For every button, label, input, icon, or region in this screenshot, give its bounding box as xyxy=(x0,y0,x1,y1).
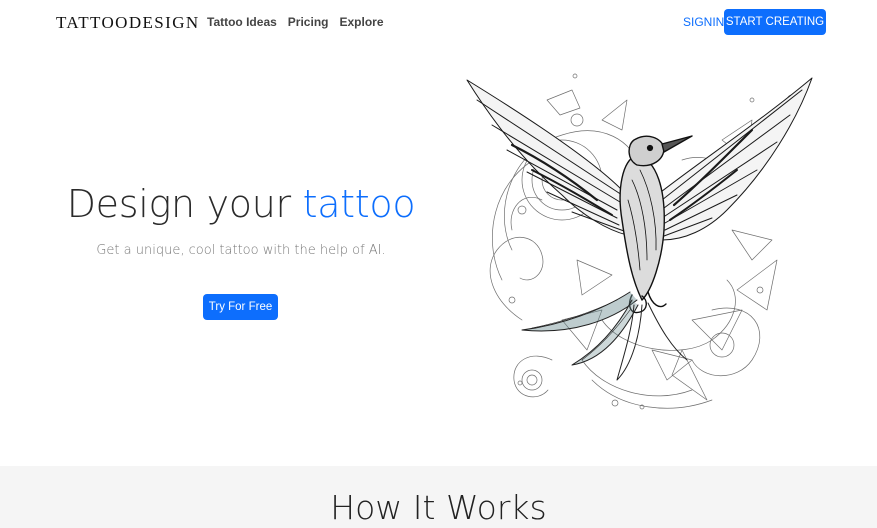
nav-link-tattoo-ideas[interactable]: Tattoo Ideas xyxy=(207,15,277,29)
navbar: TATTOODESIGN Tattoo Ideas Pricing Explor… xyxy=(0,0,877,46)
hero-title-accent: tattoo xyxy=(302,182,416,226)
how-it-works-section: How It Works xyxy=(0,466,877,528)
nav-links: Tattoo Ideas Pricing Explore xyxy=(207,15,384,29)
hero-title-plain: Design your xyxy=(66,182,303,226)
nav-link-explore[interactable]: Explore xyxy=(339,15,383,29)
start-creating-button[interactable]: START CREATING xyxy=(724,9,826,35)
nav-link-pricing[interactable]: Pricing xyxy=(288,15,329,29)
signin-link[interactable]: SIGNIN xyxy=(683,15,724,29)
how-it-works-title: How It Works xyxy=(330,488,547,527)
brand-logo[interactable]: TATTOODESIGN xyxy=(56,13,200,33)
try-for-free-button[interactable]: Try For Free xyxy=(203,294,278,320)
bird-tattoo-illustration xyxy=(452,60,824,432)
hero-subtitle: Get a unique, cool tattoo with the help … xyxy=(96,243,386,258)
hero-title: Design your tattoo xyxy=(0,182,482,226)
